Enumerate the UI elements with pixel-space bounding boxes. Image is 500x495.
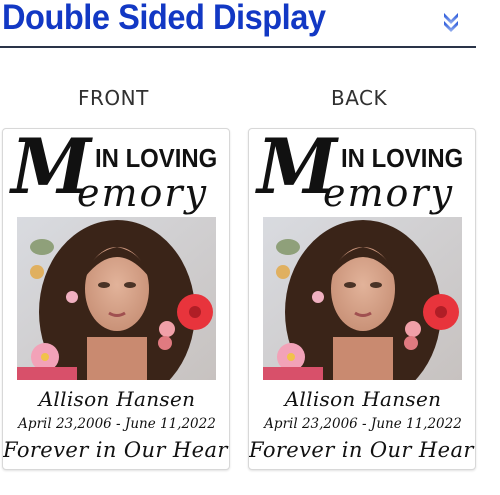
portrait-photo [17,217,216,380]
heading-memory: emory [77,171,209,215]
deceased-name: Allison Hansen [38,387,196,411]
page-title: Double Sided Display [2,0,326,37]
deceased-name: Allison Hansen [284,387,442,411]
tribute-text: Forever in Our Heart [249,438,476,462]
heading-memory: emory [323,171,455,215]
back-memorial-card: M IN LOVING emory Allison Hansen April 2… [248,128,476,470]
header-divider [0,46,476,48]
portrait-photo [263,217,462,380]
life-dates: April 23,2006 - June 11,2022 [264,416,462,432]
back-label: BACK [331,86,388,110]
life-dates: April 23,2006 - June 11,2022 [18,416,216,432]
heading-in-loving: IN LOVING [341,143,464,173]
front-memorial-card: M IN LOVING emory Allison Hansen April 2… [2,128,230,470]
double-chevron-down-icon[interactable] [440,10,462,34]
heading-in-loving: IN LOVING [95,143,218,173]
front-label: FRONT [78,86,149,110]
tribute-text: Forever in Our Heart [3,438,230,462]
